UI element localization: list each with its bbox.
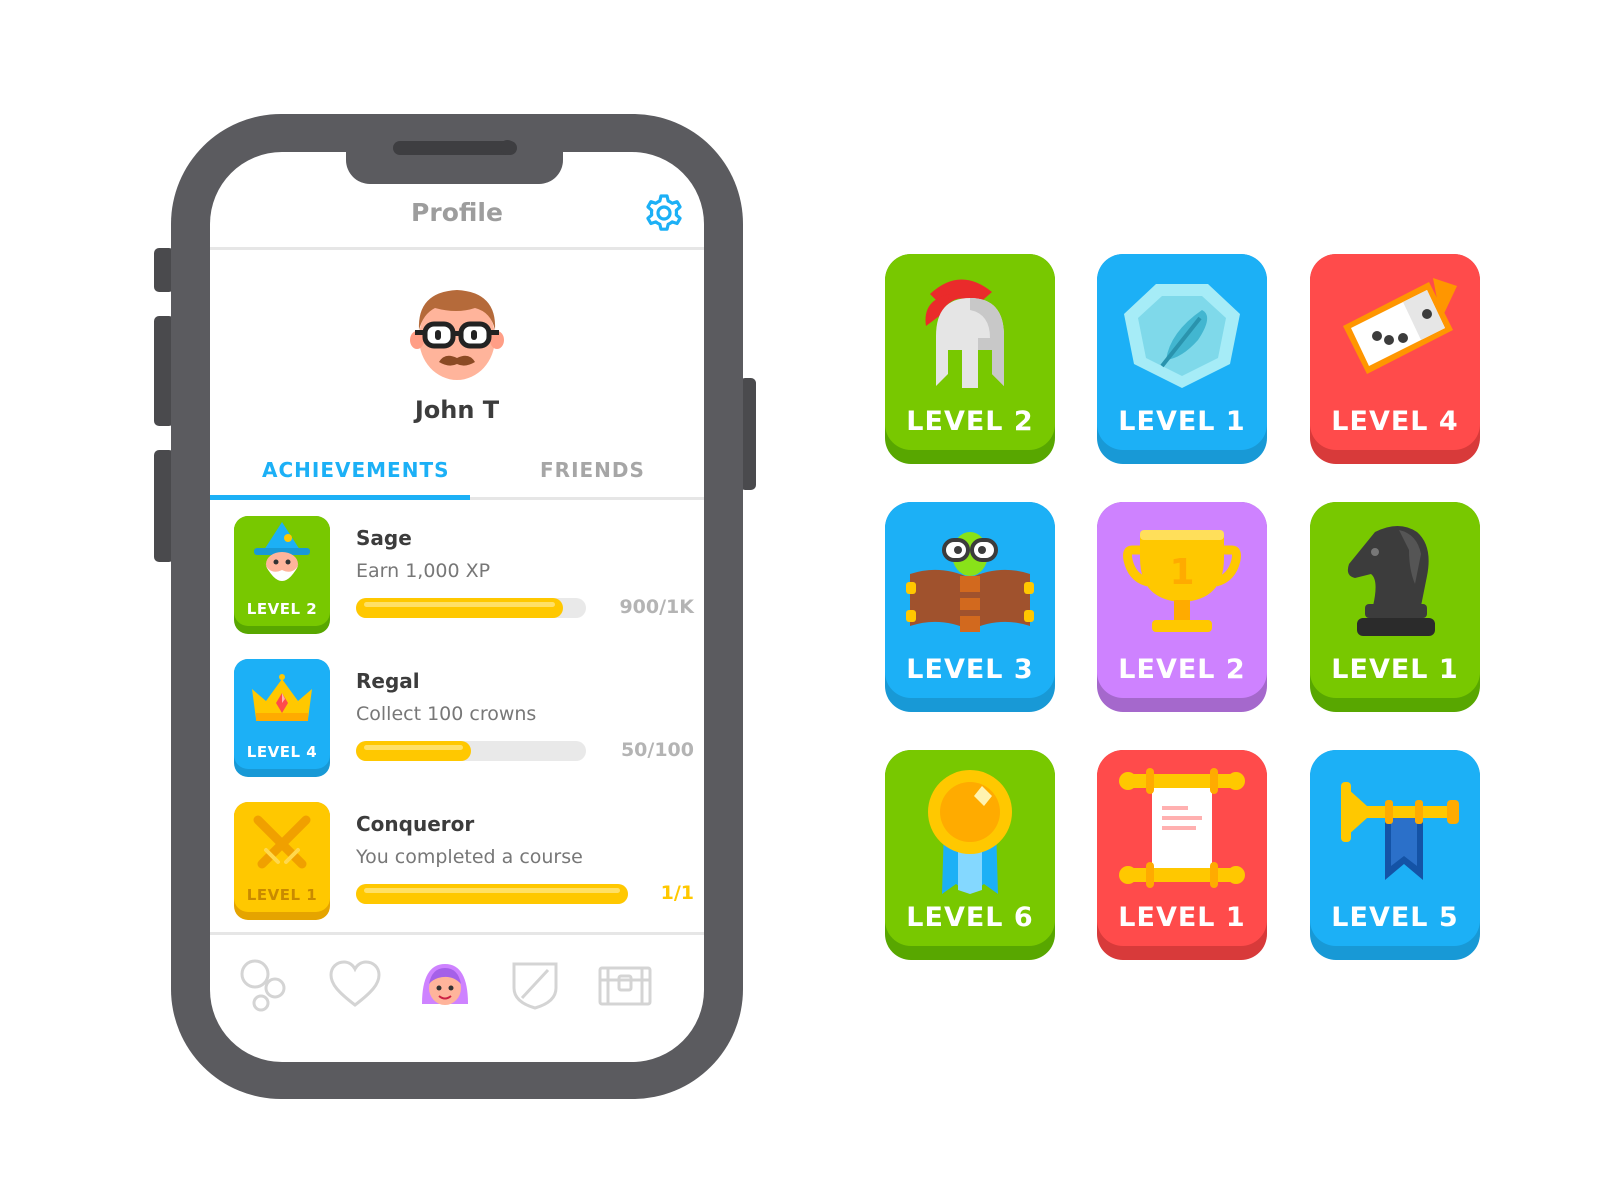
achievement-progress-track: [356, 884, 628, 904]
achievement-badge: LEVEL 4: [234, 659, 330, 777]
achievement-title: Conqueror: [356, 812, 475, 836]
achievement-badge-level: LEVEL 1: [246, 886, 318, 904]
scroll-icon: [1119, 768, 1245, 888]
achievement-badge: LEVEL 2: [234, 516, 330, 634]
badge-level: LEVEL 2: [1118, 654, 1246, 685]
badge-helmet[interactable]: LEVEL 2: [885, 254, 1055, 464]
achievement-progress-fill: [356, 884, 628, 904]
tab-friends[interactable]: FRIENDS: [540, 458, 645, 482]
trophy-number: 1: [1169, 552, 1194, 593]
chest-icon[interactable]: [598, 958, 652, 1012]
achievement-progress-text: 50/100: [620, 739, 694, 761]
phone-speaker: [393, 141, 517, 155]
achievement-badge-level: LEVEL 2: [246, 600, 318, 618]
badge-level: LEVEL 1: [1118, 406, 1246, 437]
badge-feather-gem[interactable]: LEVEL 1: [1097, 254, 1267, 464]
crossed-swords-icon: [253, 815, 311, 869]
badge-level: LEVEL 5: [1331, 902, 1459, 933]
achievement-progress-track: [356, 741, 586, 761]
achievement-description: You completed a course: [356, 846, 583, 868]
chess-knight-icon: [1347, 526, 1435, 636]
phone-camera: [500, 140, 515, 155]
achievement-progress-text: 900/1K: [619, 596, 694, 618]
badge-scroll[interactable]: LEVEL 1: [1097, 750, 1267, 960]
achievement-badge-level: LEVEL 4: [246, 743, 318, 761]
badge-bookworm[interactable]: LEVEL 3: [885, 502, 1055, 712]
achievement-sage[interactable]: LEVEL 2 Sage Earn 1,000 XP 900/1K: [234, 516, 694, 636]
crown-icon: [252, 674, 312, 721]
badge-level: LEVEL 1: [1331, 654, 1459, 685]
achievement-progress-fill: [356, 598, 563, 618]
gear-icon[interactable]: [643, 192, 685, 234]
bottom-nav-divider: [210, 932, 704, 935]
achievement-description: Earn 1,000 XP: [356, 560, 491, 582]
achievement-regal[interactable]: LEVEL 4 Regal Collect 100 crowns 50/100: [234, 659, 694, 779]
avatar[interactable]: [405, 278, 509, 386]
tab-achievements[interactable]: ACHIEVEMENTS: [262, 458, 450, 482]
phone-notch: [346, 150, 563, 184]
helmet-icon: [925, 279, 1004, 388]
badge-level: LEVEL 1: [1118, 902, 1246, 933]
badge-chess-knight[interactable]: LEVEL 1: [1310, 502, 1480, 712]
trophy-icon: 1: [1123, 530, 1241, 632]
domino-icon: [1343, 278, 1457, 374]
username: John T: [414, 396, 500, 424]
achievement-progress-fill: [356, 741, 471, 761]
achievement-badge: LEVEL 1: [234, 802, 330, 920]
badge-level: LEVEL 2: [906, 406, 1034, 437]
achievement-conqueror[interactable]: LEVEL 1 Conqueror You completed a course…: [234, 802, 694, 922]
active-tab-indicator: [210, 495, 470, 500]
profile-icon[interactable]: [418, 958, 472, 1012]
trumpet-icon: [1341, 782, 1459, 880]
achievement-title: Sage: [356, 526, 412, 550]
bookworm-icon: [906, 532, 1034, 632]
header-divider: [210, 247, 704, 250]
achievement-description: Collect 100 crowns: [356, 703, 537, 725]
learn-icon[interactable]: [237, 958, 291, 1012]
wizard-icon: [254, 522, 310, 581]
shield-icon[interactable]: [508, 958, 562, 1012]
feather-gem-icon: [1124, 284, 1240, 388]
badge-medal[interactable]: LEVEL 6: [885, 750, 1055, 960]
badge-level: LEVEL 4: [1331, 406, 1459, 437]
badge-level: LEVEL 3: [906, 654, 1034, 685]
achievement-progress-text: 1/1: [660, 882, 694, 904]
badge-level: LEVEL 6: [906, 902, 1034, 933]
achievement-progress-track: [356, 598, 586, 618]
page-title: Profile: [411, 198, 503, 227]
achievement-title: Regal: [356, 669, 420, 693]
medal-icon: [928, 770, 1012, 894]
badge-trophy[interactable]: 1 LEVEL 2: [1097, 502, 1267, 712]
heart-icon[interactable]: [328, 958, 382, 1012]
phone-screen: Profile John T ACHIEVEMENTS FRIENDS LEVE…: [210, 152, 704, 1062]
badge-trumpet[interactable]: LEVEL 5: [1310, 750, 1480, 960]
badge-domino[interactable]: LEVEL 4: [1310, 254, 1480, 464]
